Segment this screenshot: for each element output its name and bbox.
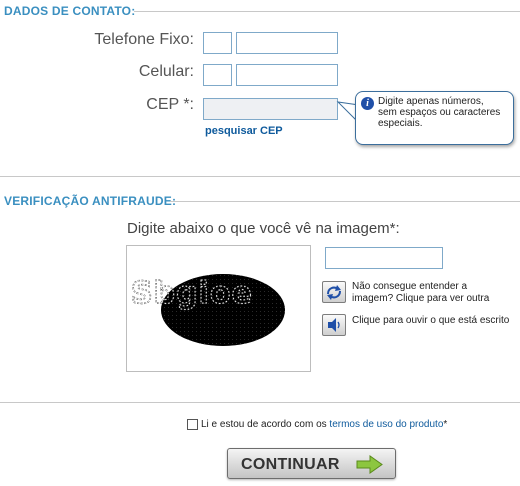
reload-captcha-button[interactable]	[322, 281, 346, 303]
cep-label: CEP *:	[146, 96, 194, 113]
cep-tooltip-text: Digite apenas números, sem espaços ou ca…	[378, 96, 501, 129]
terms-checkbox[interactable]	[187, 419, 198, 430]
terms-text: Li e estou de acordo com os termos de us…	[201, 419, 447, 430]
contact-section-title: DADOS DE CONTATO:	[4, 4, 136, 18]
reload-captcha-text[interactable]: Não consegue entender a imagem? Clique p…	[352, 281, 502, 305]
antifraud-section-rule	[170, 201, 520, 202]
captcha-instruction: Digite abaixo o que você vê na imagem*:	[127, 220, 400, 237]
mobile-number-input[interactable]	[236, 64, 338, 86]
captcha-graphic: Sbgioe Sbgioe	[130, 274, 285, 346]
audio-captcha-button[interactable]	[322, 314, 346, 336]
phone-label: Telefone Fixo:	[94, 31, 194, 48]
audio-captcha-text[interactable]: Clique para ouvir o que está escrito	[352, 315, 512, 327]
continue-button-label: CONTINUAR	[241, 456, 340, 473]
info-icon: i	[361, 97, 374, 110]
arrow-right-icon	[356, 455, 383, 474]
terms-suffix: *	[443, 419, 448, 430]
terms-link[interactable]: termos de uso do produto	[329, 419, 443, 430]
search-cep-link[interactable]: pesquisar CEP	[205, 125, 283, 137]
terms-divider	[0, 402, 520, 403]
cep-input[interactable]	[203, 98, 338, 120]
mobile-label: Celular:	[138, 63, 194, 80]
speaker-icon	[328, 318, 340, 332]
captcha-image: Sbgioe Sbgioe	[126, 245, 311, 372]
continue-button[interactable]: CONTINUAR	[227, 448, 396, 479]
phone-number-input[interactable]	[236, 32, 338, 54]
refresh-icon	[327, 285, 341, 300]
cep-tooltip: i Digite apenas números, sem espaços ou …	[355, 91, 514, 145]
mobile-area-code-input[interactable]	[203, 64, 232, 86]
contact-section-rule	[134, 11, 520, 12]
terms-prefix: Li e estou de acordo com os	[201, 419, 330, 430]
antifraud-section-title: VERIFICAÇÃO ANTIFRAUDE:	[4, 194, 177, 208]
captcha-text-noise: Sbgioe	[131, 276, 253, 311]
captcha-input[interactable]	[325, 247, 443, 269]
phone-area-code-input[interactable]	[203, 32, 232, 54]
section-divider	[0, 176, 520, 177]
